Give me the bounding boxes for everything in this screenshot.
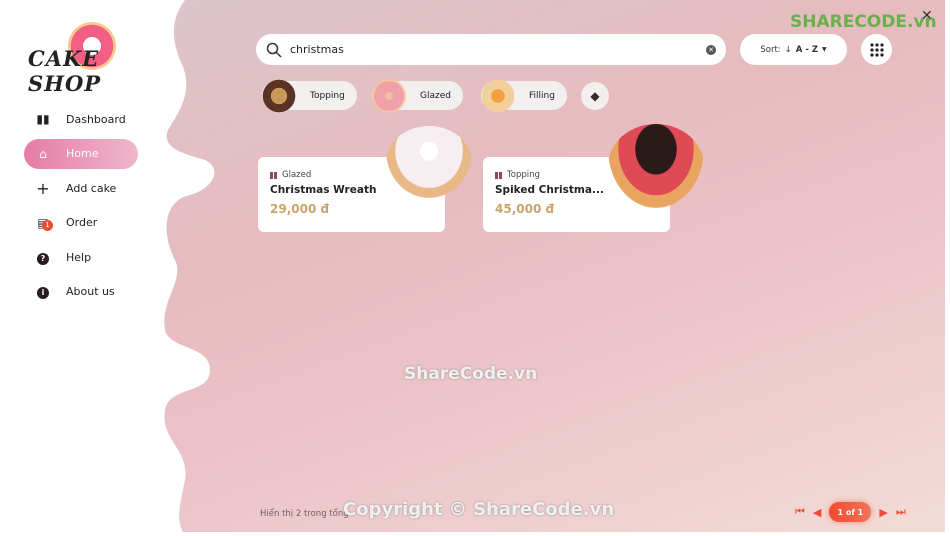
page-indicator: 1 of 1 bbox=[829, 502, 872, 522]
sharecode-logo-watermark: SHARECODE.vn bbox=[790, 12, 937, 32]
sidebar-item-dashboard[interactable]: ▮▮ Dashboard bbox=[24, 104, 138, 134]
category-label: Topping bbox=[507, 170, 540, 180]
search-bar: ✕ bbox=[256, 34, 726, 65]
search-icon bbox=[266, 42, 282, 58]
filter-chip-glazed[interactable]: Glazed bbox=[370, 77, 463, 115]
logo-text: CAKE SHOP bbox=[28, 46, 102, 96]
sidebar-item-label: Dashboard bbox=[66, 112, 126, 126]
grid-view-button[interactable] bbox=[861, 34, 892, 65]
topping-donut-image bbox=[260, 77, 298, 115]
bar-chart-icon: ▮▮ bbox=[36, 112, 50, 126]
product-price: 29,000 đ bbox=[270, 202, 330, 216]
sidebar-item-label: About us bbox=[66, 285, 115, 299]
product-price: 45,000 đ bbox=[495, 202, 555, 216]
sort-value: A - Z bbox=[795, 44, 818, 55]
sort-label: Sort: bbox=[760, 44, 781, 55]
copyright-watermark: Copyright © ShareCode.vn bbox=[343, 499, 615, 520]
grid-icon bbox=[869, 42, 884, 57]
prev-page-icon[interactable]: ◀ bbox=[813, 506, 821, 519]
sidebar-item-order[interactable]: ▤1 Order bbox=[24, 208, 138, 238]
center-watermark: ShareCode.vn bbox=[404, 364, 538, 384]
category-icon bbox=[270, 171, 277, 179]
sidebar-item-label: Home bbox=[66, 147, 99, 161]
clipboard-icon: ▤1 bbox=[34, 216, 53, 231]
help-icon: ? bbox=[34, 250, 52, 265]
glazed-donut-image bbox=[370, 77, 408, 115]
category-label: Glazed bbox=[282, 170, 312, 180]
eraser-icon: ◆ bbox=[590, 89, 600, 103]
filter-label: Filling bbox=[529, 90, 555, 101]
category-icon bbox=[495, 171, 502, 179]
sidebar-item-help[interactable]: ? Help bbox=[24, 242, 138, 272]
filter-label: Glazed bbox=[420, 90, 451, 101]
filter-label: Topping bbox=[310, 90, 345, 101]
sidebar-item-home[interactable]: ⌂ Home bbox=[24, 138, 138, 169]
results-summary: Hiển thị 2 trong tổng bbox=[260, 509, 349, 519]
filling-donut-image bbox=[479, 77, 517, 115]
sidebar-nav: ▮▮ Dashboard ⌂ Home + Add cake ▤1 Order ? Hel… bbox=[24, 104, 138, 312]
plus-icon: + bbox=[36, 178, 50, 198]
home-icon: ⌂ bbox=[39, 146, 47, 161]
sort-arrow-icon: ↓ bbox=[784, 44, 792, 55]
logo: CAKE SHOP bbox=[28, 22, 148, 96]
pagination: ⏮ ◀ 1 of 1 ▶ ⏭ bbox=[795, 502, 906, 522]
product-image bbox=[608, 124, 704, 208]
clear-search-icon[interactable]: ✕ bbox=[706, 44, 716, 55]
search-input[interactable] bbox=[290, 43, 706, 56]
sidebar-item-label: Help bbox=[66, 250, 92, 264]
filter-chip-topping[interactable]: Topping bbox=[260, 77, 357, 115]
chevron-down-icon: ▼ bbox=[822, 46, 827, 53]
sidebar-item-label: Order bbox=[66, 216, 98, 230]
first-page-icon[interactable]: ⏮ bbox=[795, 505, 805, 519]
clear-filter-button[interactable]: ◆ bbox=[581, 82, 609, 110]
drip-decoration bbox=[150, 0, 215, 536]
sidebar-item-label: Add cake bbox=[66, 181, 117, 195]
close-icon[interactable]: ✕ bbox=[921, 8, 933, 24]
last-page-icon[interactable]: ⏭ bbox=[896, 505, 906, 519]
sidebar-item-about-us[interactable]: i About us bbox=[24, 277, 138, 307]
order-badge: 1 bbox=[42, 219, 53, 231]
filter-chip-filling[interactable]: Filling bbox=[479, 77, 567, 115]
sidebar-item-add-cake[interactable]: + Add cake bbox=[24, 173, 138, 203]
product-image bbox=[386, 126, 472, 198]
info-icon: i bbox=[34, 284, 52, 300]
sort-dropdown[interactable]: Sort: ↓ A - Z ▼ bbox=[740, 34, 847, 65]
next-page-icon[interactable]: ▶ bbox=[879, 506, 887, 519]
